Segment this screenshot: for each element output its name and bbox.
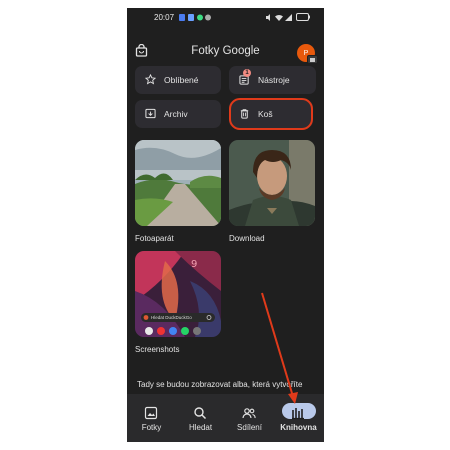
- phone-screen: 20:07 Fotky Google P Oblíbené 1 Nástroje…: [127, 8, 324, 442]
- red-arrow-annotation: [261, 292, 298, 404]
